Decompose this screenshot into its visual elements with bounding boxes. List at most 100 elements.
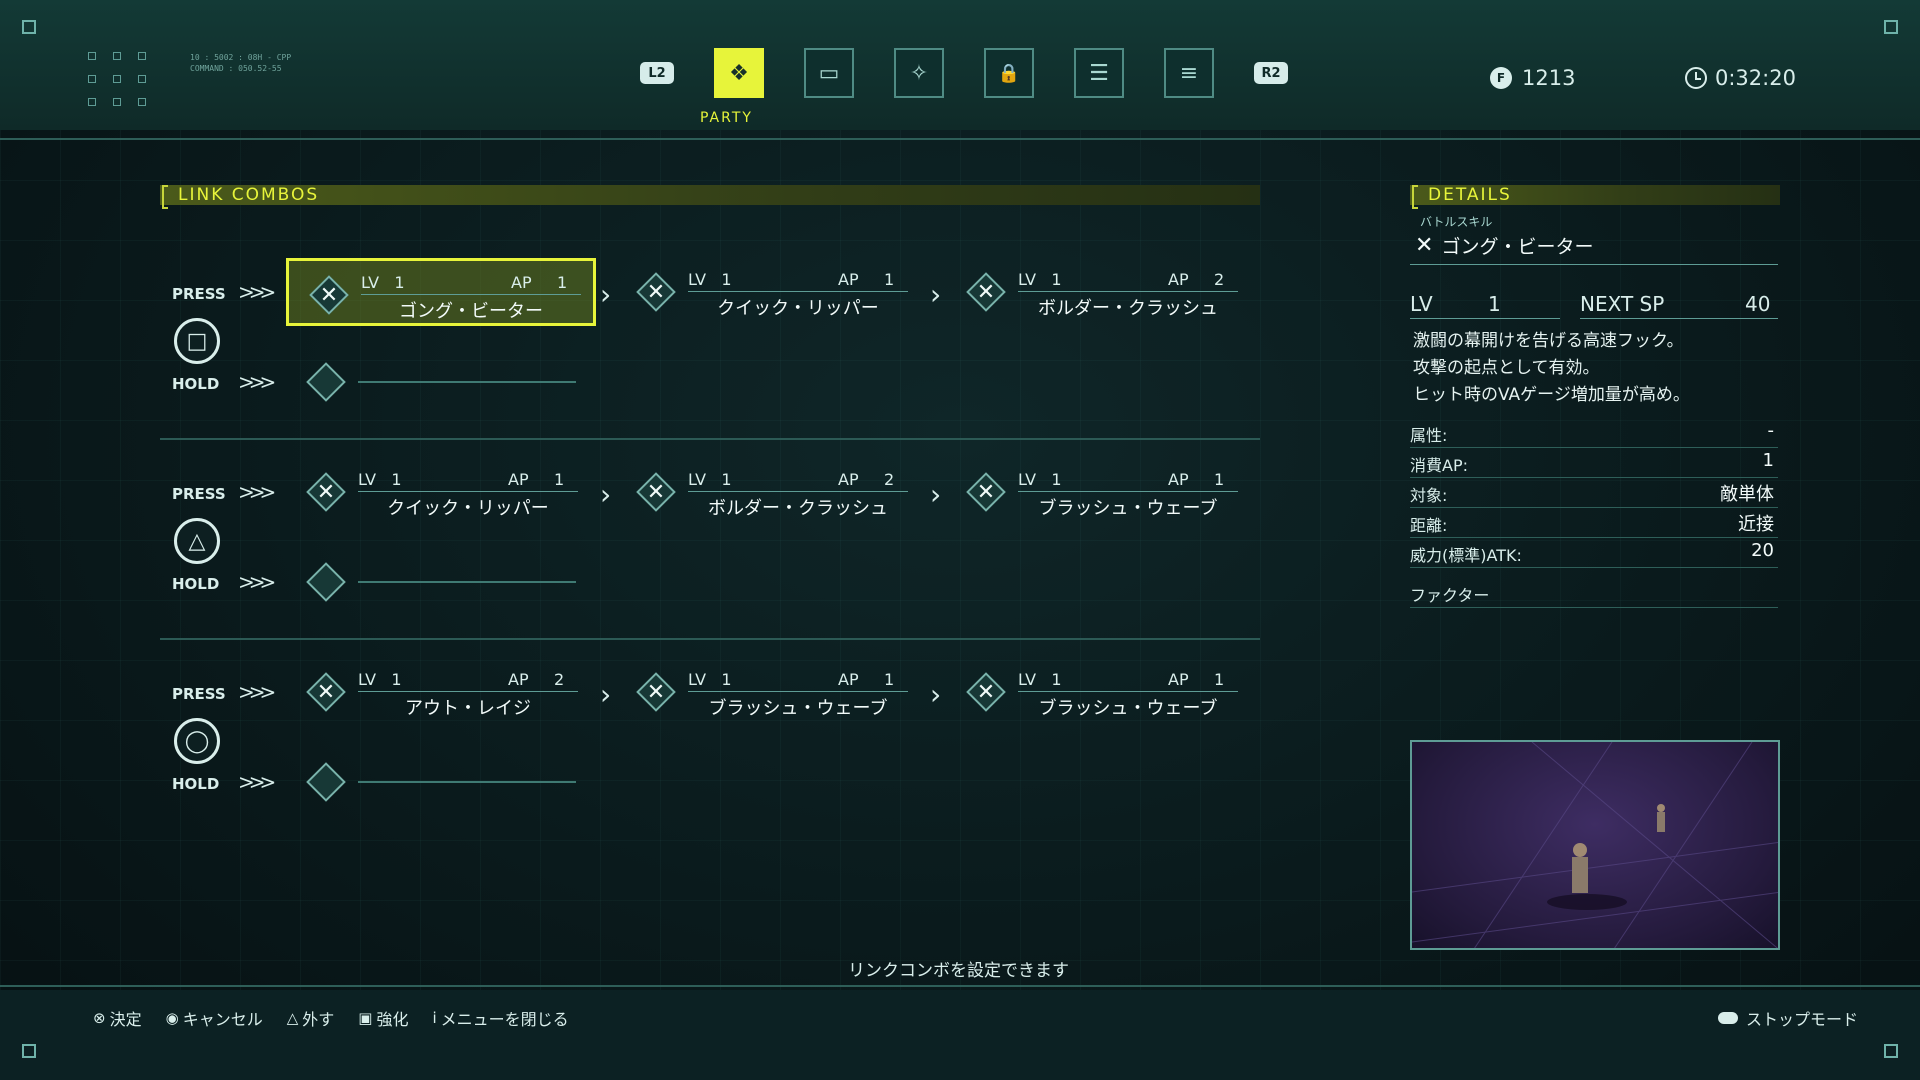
enhance-button[interactable]: ▣ 強化 [358,1006,408,1030]
confirm-button[interactable]: ⊗ 決定 [93,1006,142,1030]
combo-slot[interactable]: ✕ LV 1 AP 1 クイック・リッパー [286,458,596,526]
chevron-right-icon: › [600,478,612,511]
hold-slot-empty[interactable] [286,548,596,616]
remove-button[interactable]: △ 外す [287,1006,335,1030]
combo-slot[interactable]: ✕ LV 1 AP 2 ボルダー・クラッシュ [616,458,926,526]
ap-label: AP [508,670,529,689]
empty-slot-icon [306,562,346,602]
ap-label: AP [1168,270,1189,289]
playtime-display: 0:32:20 [1685,66,1796,90]
stat-value: - [1767,420,1775,441]
combo-slot[interactable]: ✕ LV 1 AP 1 ゴング・ビーター [286,258,596,326]
cancel-label: キャンセル [182,1010,263,1029]
lv-value: 1 [721,670,732,689]
close-menu-button[interactable]: i メニューを閉じる [432,1006,568,1030]
tab-equipment[interactable]: ▭ [804,48,854,98]
battle-skill-icon: ✕ [636,672,676,712]
next-sp-label: NEXT SP [1580,292,1665,316]
decor-dot-grid [88,52,148,106]
tab-items[interactable]: 🔒 [984,48,1034,98]
ap-label: AP [511,273,532,292]
tab-abilities[interactable]: ✧ [894,48,944,98]
battle-skill-icon: ✕ [306,472,346,512]
code-line-1: 10 : 5002 : 08H - CPP [190,53,292,62]
skill-name: アウト・レイジ [405,698,531,719]
skill-category: バトルスキル [1420,215,1493,229]
skill-name: クイック・リッパー [717,298,879,319]
skill-name: ゴング・ビーター [399,301,543,322]
battle-skill-icon: ✕ [1415,233,1434,258]
stat-row-target: 対象: 敵単体 [1410,478,1778,508]
corner-bracket-top-left [22,20,36,34]
ap-value: 1 [884,270,895,289]
lv-label: LV [1018,470,1037,489]
playtime-value: 0:32:20 [1715,66,1796,90]
remove-label: 外す [302,1010,335,1029]
square-button-icon: ▣ [358,1009,373,1027]
tab-settings[interactable]: ≡ [1164,48,1214,98]
details-title: DETAILS [1428,185,1512,205]
stat-row-range: 距離: 近接 [1410,508,1778,538]
skill-name-text: ゴング・ビーター [1441,236,1594,258]
cancel-button[interactable]: ◉ キャンセル [166,1006,263,1030]
combo-group-circle: PRESS >>> ◯ HOLD >>> ✕ LV 1 AP 2 アウト・レイジ… [160,648,1260,838]
hold-label: HOLD [172,775,220,793]
stat-key: 消費AP: [1410,456,1468,475]
battle-skill-icon: ✕ [966,672,1006,712]
ap-label: AP [838,270,859,289]
chevron-right-icon: >>> [238,280,276,304]
hold-slot-empty[interactable] [286,348,596,416]
circle-button-icon: ◯ [174,718,220,764]
combo-group-triangle: PRESS >>> △ HOLD >>> ✕ LV 1 AP 1 クイック・リッ… [160,448,1260,638]
link-combos-header: LINK COMBOS [160,185,1260,209]
chevron-right-icon: › [930,478,942,511]
currency-display: F 1213 [1490,66,1575,90]
stat-value: 1 [1762,450,1774,471]
combo-slot[interactable]: ✕ LV 1 AP 1 ブラッシュ・ウェーブ [616,658,926,726]
hold-label: HOLD [172,375,220,393]
skill-preview-video [1410,740,1780,950]
tab-party[interactable]: ❖ [714,48,764,98]
lv-value: 1 [1051,270,1062,289]
combo-slot[interactable]: ✕ LV 1 AP 1 ブラッシュ・ウェーブ [946,458,1256,526]
details-divider [1410,264,1778,265]
stop-mode-button[interactable]: ストップモード [1718,1006,1858,1030]
stat-key: 威力(標準)ATK: [1410,546,1522,565]
skill-name: ブラッシュ・ウェーブ [1038,498,1218,519]
lv-label: LV [1018,670,1037,689]
enhance-label: 強化 [376,1010,409,1029]
details-header: DETAILS [1410,185,1780,209]
group-divider [160,438,1260,440]
r2-button[interactable]: R2 [1254,62,1288,84]
ability-icon: ✧ [909,60,929,86]
code-line-2: COMMAND : 050.52-55 [190,64,282,73]
bottom-bar [0,990,1920,1080]
lv-value: 1 [721,470,732,489]
battle-skill-icon: ✕ [306,672,346,712]
combo-slot[interactable]: ✕ LV 1 AP 2 アウト・レイジ [286,658,596,726]
lv-value: 1 [391,470,402,489]
ap-label: AP [1168,470,1189,489]
hold-slot-empty[interactable] [286,748,596,816]
info-icon: i [432,1009,437,1027]
chevron-right-icon: >>> [238,480,276,504]
tab-records[interactable]: ☰ [1074,48,1124,98]
combo-slot[interactable]: ✕ LV 1 AP 1 ブラッシュ・ウェーブ [946,658,1256,726]
l2-button[interactable]: L2 [640,62,674,84]
lv-label: LV [688,670,707,689]
combo-slot[interactable]: ✕ LV 1 AP 1 クイック・リッパー [616,258,926,326]
skill-name: クイック・リッパー [387,498,549,519]
menu-tabs: L2 ❖ ▭ ✧ 🔒 ☰ ≡ R2 [640,48,1288,98]
lv-label: LV [688,270,707,289]
party-icon: ❖ [729,60,749,86]
factor-row: ファクター [1410,578,1778,608]
empty-slot-icon [306,362,346,402]
combo-slot[interactable]: ✕ LV 1 AP 2 ボルダー・クラッシュ [946,258,1256,326]
square-button-icon: □ [174,318,220,364]
description-line: ヒット時のVAゲージ増加量が高め。 [1413,385,1690,405]
lv-label: LV [688,470,707,489]
stat-value: 敵単体 [1720,484,1774,505]
skill-name: ボルダー・クラッシュ [708,498,888,519]
footer-controls: ⊗ 決定 ◉ キャンセル △ 外す ▣ 強化 i メニューを閉じる [93,1006,569,1030]
details-lv-value: 1 [1488,292,1501,316]
